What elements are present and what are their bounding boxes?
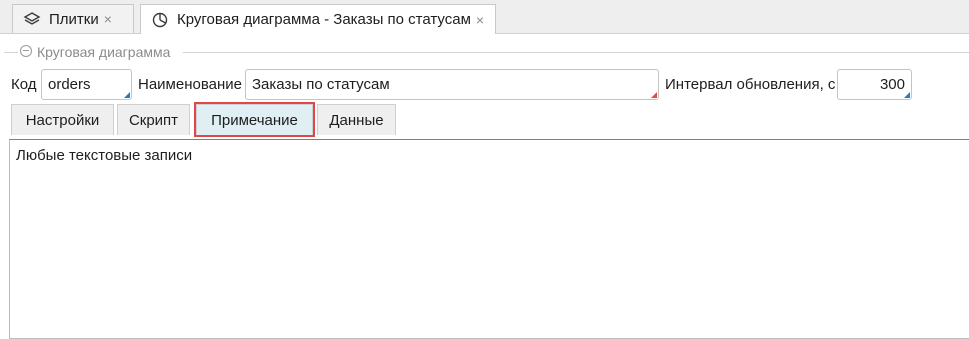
pie-chart-icon — [151, 11, 169, 29]
tab-label: Настройки — [25, 111, 100, 129]
interval-label: Интервал обновления, с — [665, 76, 836, 93]
name-label: Наименование — [138, 76, 242, 93]
collapse-icon[interactable] — [20, 45, 32, 57]
name-field[interactable]: Заказы по статусам — [245, 69, 659, 100]
document-tab-bar: Плитки × Круговая диаграмма - Заказы по … — [0, 0, 969, 34]
doc-tab-label: Круговая диаграмма - Заказы по статусам — [177, 11, 471, 28]
close-icon[interactable]: × — [476, 12, 484, 28]
close-icon[interactable]: × — [104, 11, 112, 27]
field-corner-marker — [904, 92, 910, 98]
group-header[interactable]: Круговая диаграмма — [0, 44, 969, 62]
tab-note[interactable]: Примечание — [194, 102, 315, 137]
group-title: Круговая диаграмма — [37, 44, 171, 60]
inner-tab-bar: Настройки Скрипт Примечание Данные — [0, 102, 969, 138]
tab-label: Примечание — [211, 111, 298, 129]
tab-label: Скрипт — [128, 111, 179, 129]
divider — [183, 52, 969, 53]
tab-data[interactable]: Данные — [317, 104, 396, 135]
divider — [4, 52, 18, 53]
layers-icon — [23, 10, 41, 28]
interval-field[interactable]: 300 — [837, 69, 912, 100]
note-text: Любые текстовые записи — [16, 147, 193, 164]
code-field[interactable]: orders — [41, 69, 132, 100]
tab-label: Данные — [329, 111, 384, 129]
tab-settings[interactable]: Настройки — [11, 104, 114, 135]
code-value: orders — [48, 76, 91, 93]
doc-tab-tiles[interactable]: Плитки × — [12, 4, 134, 33]
doc-tab-label: Плитки — [49, 10, 99, 28]
name-value: Заказы по статусам — [252, 76, 390, 93]
field-corner-marker — [651, 92, 657, 98]
interval-value: 300 — [879, 76, 905, 93]
doc-tab-pie-chart[interactable]: Круговая диаграмма - Заказы по статусам … — [140, 4, 496, 34]
tab-script[interactable]: Скрипт — [117, 104, 190, 135]
code-label: Код — [11, 76, 37, 93]
note-textarea[interactable]: Любые текстовые записи — [9, 139, 969, 339]
field-corner-marker — [124, 92, 130, 98]
